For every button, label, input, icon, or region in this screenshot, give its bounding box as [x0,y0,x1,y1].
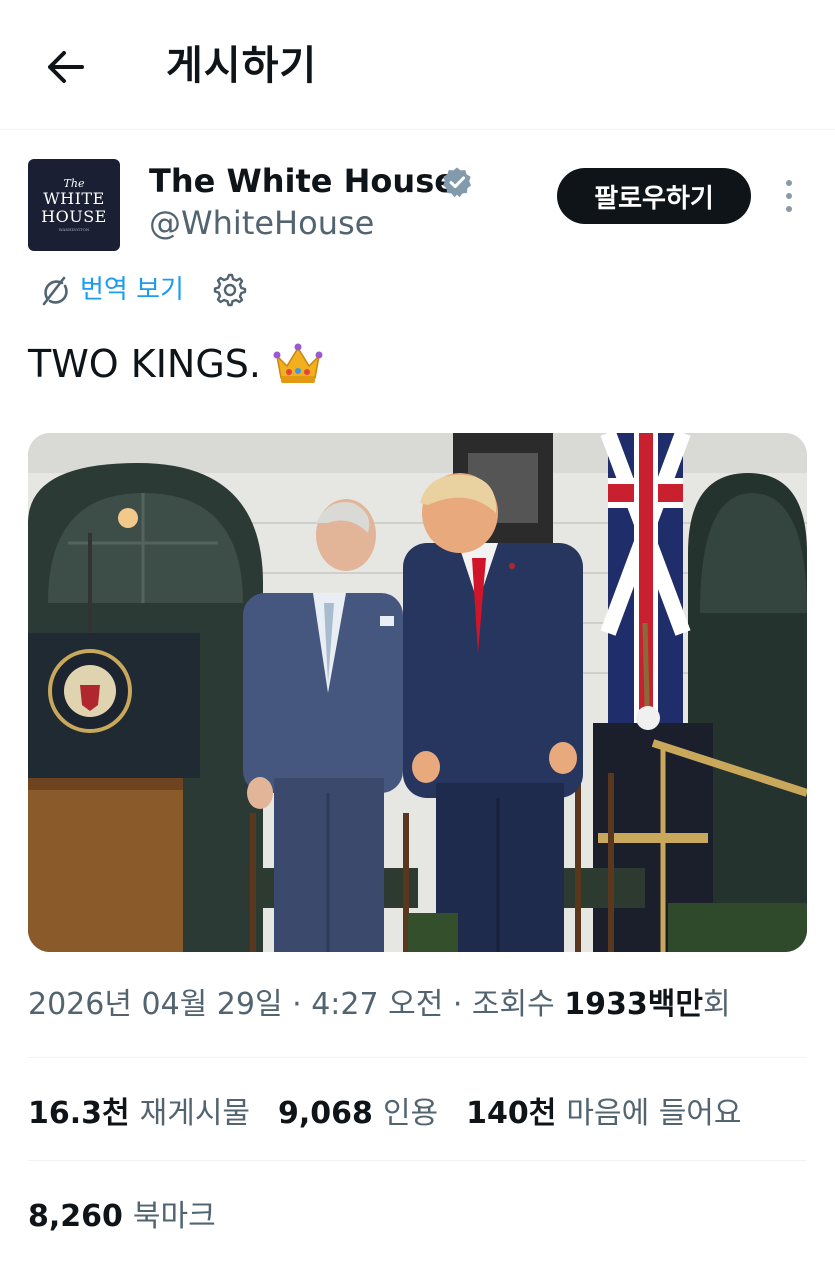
more-options-button[interactable] [772,176,806,216]
bookmarks-label: 북마크 [132,1199,216,1234]
author-name[interactable]: The White House [149,162,456,200]
engagement-stats: 16.3천 재게시물 9,068 인용 140천 마음에 들어요 [28,1088,770,1132]
avatar[interactable]: The WHITE HOUSE WASHINGTON [28,159,120,251]
likes-label: 마음에 들어요 [566,1096,742,1131]
crown-emoji [273,343,323,383]
quotes-count: 9,068 [278,1096,373,1131]
page-title: 게시하기 [166,43,318,89]
follow-button[interactable]: 팔로우하기 [557,168,751,224]
more-vertical-icon-dot [786,193,792,199]
divider [28,1057,807,1058]
reposts-stat[interactable]: 16.3천 재게시물 [28,1088,250,1132]
views-suffix: 회 [702,987,731,1022]
translate-icon [42,276,68,306]
bookmarks-count: 8,260 [28,1199,123,1234]
views-label: 조회수 [471,987,565,1022]
translate-settings-button[interactable] [212,272,248,308]
more-vertical-icon [786,180,792,186]
translate-link[interactable]: 번역 보기 [38,274,184,306]
post-time: 4:27 오전 [311,987,444,1022]
avatar-text-line4: WASHINGTON [58,226,90,232]
reposts-label: 재게시물 [139,1096,251,1131]
meta-separator: · [282,987,312,1022]
author-handle[interactable]: @WhiteHouse [149,204,374,242]
post-text-content: TWO KINGS. [28,342,261,386]
arrow-left-icon [48,51,84,83]
avatar-text-line2: WHITE [43,188,105,208]
translate-label: 번역 보기 [80,275,184,305]
views-count[interactable]: 1933백만 [564,987,703,1022]
reposts-count: 16.3천 [28,1096,130,1131]
post-photo[interactable] [28,433,807,952]
post-meta: 2026년 04월 29일 · 4:27 오전 · 조회수 1933백만회 [28,984,731,1026]
verified-badge-icon [443,167,471,198]
quotes-label: 인용 [382,1096,439,1131]
gear-icon [213,273,247,307]
likes-stat[interactable]: 140천 마음에 들어요 [466,1088,741,1132]
back-button[interactable] [40,44,90,90]
meta-separator-2: · [443,987,472,1022]
photo-illustration [28,433,807,952]
divider-2 [28,1160,807,1161]
bookmarks-stat[interactable]: 8,260 북마크 [28,1191,244,1235]
avatar-text-line3: HOUSE [41,206,107,226]
post-date: 2026년 04월 29일 [28,987,283,1022]
quotes-stat[interactable]: 9,068 인용 [278,1088,438,1132]
post-text: TWO KINGS. [28,340,323,388]
more-vertical-icon-dot [786,206,792,212]
translate-row: 번역 보기 [38,268,248,312]
likes-count: 140천 [466,1096,557,1131]
avatar-text-line1: The [63,176,85,190]
bookmarks-stat-inner: 8,260 북마크 [28,1191,216,1235]
top-bar: 게시하기 [0,0,835,130]
